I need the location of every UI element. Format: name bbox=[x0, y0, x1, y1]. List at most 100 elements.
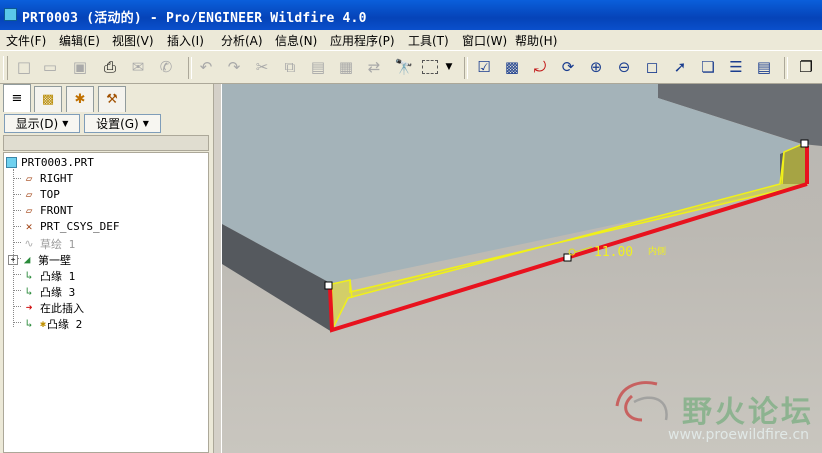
menu-tools[interactable]: 工具(T) bbox=[408, 32, 449, 49]
tree-item-label: 草绘 1 bbox=[40, 238, 76, 251]
dimension-note: 内侧 bbox=[648, 245, 666, 257]
email-icon[interactable]: ✉ bbox=[128, 57, 148, 77]
menu-applications[interactable]: 应用程序(P) bbox=[330, 32, 395, 49]
watermark-logo bbox=[615, 381, 668, 422]
datum-plane-icon: ▱ bbox=[25, 203, 33, 217]
paste-special-icon[interactable]: ▦ bbox=[336, 57, 356, 77]
csys-icon: ✕ bbox=[25, 219, 33, 233]
open-file-icon[interactable]: ▭ bbox=[40, 57, 60, 77]
panel-splitter[interactable] bbox=[213, 84, 222, 453]
app-icon bbox=[4, 8, 17, 21]
tree-item-flange-1[interactable]: ↳ 凸缘 1 bbox=[22, 268, 76, 284]
tree-guide-line bbox=[13, 169, 14, 327]
menu-help[interactable]: 帮助(H) bbox=[515, 32, 557, 49]
main-toolbar: □ ▭ ▣ ⎙ ✉ ✆ ↶ ↷ ✂ ⧉ ▤ ▦ ⇄ 🔭 ▼ ☑ ▩ ⤾ ⟳ ⊕ … bbox=[0, 50, 822, 84]
menu-analysis[interactable]: 分析(A) bbox=[221, 32, 263, 49]
drag-handle[interactable] bbox=[800, 139, 809, 148]
connections-tab[interactable]: ⚒ bbox=[98, 86, 126, 112]
display-button[interactable]: 显示(D) ▼ bbox=[4, 114, 80, 133]
drag-handle[interactable] bbox=[324, 281, 333, 290]
reorient-icon[interactable]: ➚ bbox=[670, 57, 690, 77]
settings-button[interactable]: 设置(G) ▼ bbox=[84, 114, 161, 133]
model-tree-tab[interactable]: ≡ bbox=[3, 84, 31, 112]
watermark-title: 野火论坛 bbox=[682, 395, 814, 430]
flange-icon: ↳ bbox=[25, 317, 33, 330]
tree-header-strip bbox=[3, 135, 209, 151]
tree-item-label: 凸缘 1 bbox=[40, 270, 76, 283]
hidden-line-icon[interactable]: ❐ bbox=[796, 57, 816, 77]
folder-browser-tab[interactable]: ▩ bbox=[34, 86, 62, 112]
tree-item-right[interactable]: ▱ RIGHT bbox=[22, 172, 73, 185]
tree-item-first-wall[interactable]: + ◢ 第一壁 bbox=[8, 252, 71, 268]
tree-item-flange-3[interactable]: ↳ 凸缘 3 bbox=[22, 284, 76, 300]
orient-mode-icon[interactable]: ⟳ bbox=[558, 57, 578, 77]
menu-edit[interactable]: 编辑(E) bbox=[59, 32, 100, 49]
tree-item-label: 凸缘 3 bbox=[40, 286, 76, 299]
undo-icon[interactable]: ↶ bbox=[196, 57, 216, 77]
new-file-icon[interactable]: □ bbox=[14, 57, 34, 77]
toolbar-separator bbox=[464, 57, 468, 79]
toolbar-separator bbox=[784, 57, 788, 79]
favorites-tab[interactable]: ✱ bbox=[66, 86, 94, 112]
tree-item-flange-2[interactable]: ↳ ✱ 凸缘 2 bbox=[22, 316, 83, 332]
navigator-panel: ≡ ▩ ✱ ⚒ 显示(D) ▼ 设置(G) ▼ PRT0003.PRT ▱ RI… bbox=[0, 84, 215, 453]
menu-file[interactable]: 文件(F) bbox=[6, 32, 46, 49]
redo-icon[interactable]: ↷ bbox=[224, 57, 244, 77]
model-tree: PRT0003.PRT ▱ RIGHT ▱ TOP ▱ FRONT ✕ PRT_… bbox=[3, 152, 209, 453]
flange-length-dimension[interactable]: 11.00 bbox=[594, 245, 633, 260]
tree-item-top[interactable]: ▱ TOP bbox=[22, 188, 60, 201]
tree-item-label: 在此插入 bbox=[40, 302, 84, 315]
view-manager-icon[interactable]: ▤ bbox=[754, 57, 774, 77]
refit-icon[interactable]: ◻ bbox=[642, 57, 662, 77]
menu-info[interactable]: 信息(N) bbox=[275, 32, 317, 49]
menu-bar: 文件(F) 编辑(E) 视图(V) 插入(I) 分析(A) 信息(N) 应用程序… bbox=[0, 30, 822, 50]
tree-item-front[interactable]: ▱ FRONT bbox=[22, 204, 73, 217]
tree-item-insert-here[interactable]: ➜ 在此插入 bbox=[22, 300, 84, 316]
flange-icon: ↳ bbox=[25, 269, 33, 282]
sketch-icon: ∿ bbox=[24, 237, 34, 250]
select-box-icon[interactable] bbox=[420, 57, 440, 77]
toolbar-separator bbox=[188, 57, 192, 79]
tree-item-label: FRONT bbox=[40, 204, 74, 217]
zoom-in-icon[interactable]: ⊕ bbox=[586, 57, 606, 77]
tree-item-sketch[interactable]: ∿ 草绘 1 bbox=[22, 236, 75, 252]
dropdown-icon[interactable]: ▼ bbox=[444, 57, 454, 77]
find-icon[interactable]: 🔭 bbox=[394, 57, 414, 77]
print-icon[interactable]: ⎙ bbox=[100, 57, 120, 77]
copy-icon[interactable]: ⧉ bbox=[280, 57, 300, 77]
save-icon[interactable]: ▣ bbox=[70, 57, 90, 77]
watermark-url: www.proewildfire.cn bbox=[668, 427, 810, 443]
folder-icon: ▩ bbox=[41, 92, 55, 107]
model-tree-icon: ≡ bbox=[11, 91, 23, 106]
tree-item-root[interactable]: PRT0003.PRT bbox=[6, 156, 94, 169]
part-icon bbox=[6, 157, 17, 168]
window-title: PRT0003 (活动的) - Pro/ENGINEER Wildfire 4.… bbox=[22, 11, 367, 26]
menu-insert[interactable]: 插入(I) bbox=[167, 32, 204, 49]
send-icon[interactable]: ✆ bbox=[156, 57, 176, 77]
regenerate-icon[interactable]: ⇄ bbox=[364, 57, 384, 77]
tree-item-label: PRT_CSYS_DEF bbox=[40, 220, 120, 233]
tree-item-label: 凸缘 2 bbox=[47, 318, 83, 331]
layers-icon[interactable]: ☰ bbox=[726, 57, 746, 77]
model-tree-toggle-icon[interactable]: ☑ bbox=[474, 57, 494, 77]
tree-item-csys[interactable]: ✕ PRT_CSYS_DEF bbox=[22, 219, 120, 233]
saved-views-icon[interactable]: ❏ bbox=[698, 57, 718, 77]
expand-plus-icon[interactable]: + bbox=[8, 255, 18, 265]
zoom-out-icon[interactable]: ⊖ bbox=[614, 57, 634, 77]
insert-here-arrow-icon: ➜ bbox=[25, 301, 33, 314]
toolbar-grip[interactable] bbox=[3, 56, 8, 80]
paste-icon[interactable]: ▤ bbox=[308, 57, 328, 77]
repaint-icon[interactable]: ▩ bbox=[502, 57, 522, 77]
display-button-label: 显示(D) bbox=[15, 117, 59, 131]
chevron-down-icon: ▼ bbox=[62, 119, 69, 128]
drag-handle[interactable] bbox=[563, 253, 572, 262]
menu-window[interactable]: 窗口(W) bbox=[462, 32, 507, 49]
settings-button-label: 设置(G) bbox=[96, 117, 139, 131]
cut-icon[interactable]: ✂ bbox=[252, 57, 272, 77]
graphics-viewport[interactable]: 11.00 内侧 野火论坛 www.proewildfire.cn bbox=[222, 84, 822, 453]
tree-item-label: 第一壁 bbox=[38, 254, 71, 267]
menu-view[interactable]: 视图(V) bbox=[112, 32, 154, 49]
spin-center-icon[interactable]: ⤾ bbox=[530, 57, 550, 77]
datum-plane-icon: ▱ bbox=[25, 171, 33, 185]
favorites-icon: ✱ bbox=[74, 92, 86, 107]
